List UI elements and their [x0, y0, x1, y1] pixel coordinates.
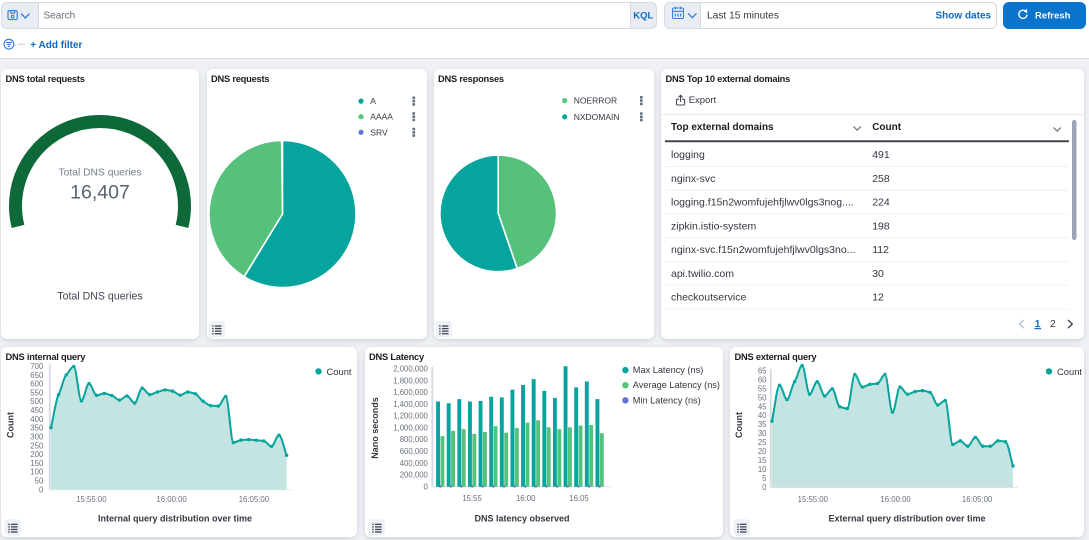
svg-text:400: 400 [30, 415, 44, 424]
svg-text:Count: Count [1057, 366, 1082, 377]
svg-text:65: 65 [758, 366, 767, 375]
svg-text:NOERROR: NOERROR [573, 96, 616, 106]
svg-text:Max Latency (ns): Max Latency (ns) [632, 365, 702, 375]
svg-text:Show dates: Show dates [936, 10, 992, 21]
svg-text:15: 15 [758, 456, 767, 465]
svg-text:api.twilio.com: api.twilio.com [671, 268, 734, 280]
svg-text:0: 0 [423, 482, 428, 491]
svg-text:1,000,000: 1,000,000 [393, 423, 428, 432]
svg-text:Count: Count [327, 366, 352, 377]
svg-text:16:00: 16:00 [515, 494, 535, 503]
svg-text:25: 25 [758, 438, 767, 447]
svg-text:350: 350 [30, 424, 44, 433]
svg-text:nginx-svc.f15n2womfujehfjlwv0l: nginx-svc.f15n2womfujehfjlwv0lgs3no... [671, 244, 855, 256]
svg-text:1,600,000: 1,600,000 [393, 388, 428, 397]
svg-text:16:05:00: 16:05:00 [239, 495, 270, 504]
svg-text:100: 100 [30, 468, 44, 477]
svg-text:258: 258 [872, 173, 890, 185]
svg-text:200,000: 200,000 [399, 471, 428, 480]
svg-text:1,200,000: 1,200,000 [393, 412, 428, 421]
svg-text:Export: Export [689, 95, 717, 106]
svg-text:1,800,000: 1,800,000 [393, 376, 428, 385]
svg-text:Count: Count [734, 412, 744, 438]
svg-text:KQL: KQL [633, 10, 653, 21]
svg-text:logging.f15n2womfujehfjlwv0lgs: logging.f15n2womfujehfjlwv0lgs3nog.... [671, 197, 854, 209]
svg-text:12: 12 [872, 292, 884, 304]
svg-text:250: 250 [30, 441, 44, 450]
svg-text:Average Latency (ns): Average Latency (ns) [632, 380, 719, 390]
svg-text:Nano seconds: Nano seconds [370, 397, 380, 459]
svg-text:Count: Count [6, 412, 16, 438]
svg-text:nginx-svc: nginx-svc [671, 173, 715, 185]
svg-text:0: 0 [39, 485, 44, 494]
svg-text:112: 112 [872, 244, 889, 256]
svg-text:Total DNS queries: Total DNS queries [59, 168, 142, 179]
svg-text:650: 650 [30, 371, 44, 380]
svg-text:30: 30 [872, 268, 884, 280]
svg-text:60: 60 [758, 375, 767, 384]
svg-text:200: 200 [30, 450, 44, 459]
svg-text:16:05:00: 16:05:00 [962, 495, 993, 504]
svg-text:SRV: SRV [370, 127, 388, 137]
svg-text:zipkin.istio-system: zipkin.istio-system [671, 220, 756, 232]
svg-text:16:00:00: 16:00:00 [880, 495, 911, 504]
svg-text:NXDOMAIN: NXDOMAIN [573, 112, 619, 122]
svg-text:500: 500 [30, 397, 44, 406]
svg-text:15:55: 15:55 [462, 494, 482, 503]
svg-text:16:05: 16:05 [569, 494, 589, 503]
svg-text:+ Add filter: + Add filter [30, 40, 82, 51]
svg-text:30: 30 [758, 429, 767, 438]
svg-text:1,400,000: 1,400,000 [393, 400, 428, 409]
svg-text:300: 300 [30, 432, 44, 441]
svg-text:checkoutservice: checkoutservice [671, 292, 746, 304]
svg-text:800,000: 800,000 [399, 435, 428, 444]
svg-text:External query distribution ov: External query distribution over time [828, 514, 985, 524]
svg-text:Min Latency (ns): Min Latency (ns) [632, 395, 700, 405]
svg-text:15:55:00: 15:55:00 [798, 495, 829, 504]
svg-text:45: 45 [758, 402, 767, 411]
svg-text:logging: logging [671, 149, 705, 161]
svg-text:A: A [370, 96, 376, 106]
svg-text:50: 50 [35, 476, 44, 485]
svg-text:Count: Count [872, 122, 902, 133]
svg-text:5: 5 [762, 474, 767, 483]
svg-text:20: 20 [758, 447, 767, 456]
svg-text:Refresh: Refresh [1035, 10, 1071, 21]
svg-text:Search: Search [44, 10, 76, 21]
svg-text:0: 0 [762, 483, 767, 492]
svg-text:600,000: 600,000 [399, 447, 428, 456]
svg-text:700: 700 [30, 362, 44, 371]
svg-text:16:00:00: 16:00:00 [156, 495, 187, 504]
svg-text:400,000: 400,000 [399, 459, 428, 468]
svg-text:15:55:00: 15:55:00 [76, 495, 107, 504]
svg-text:Total DNS queries: Total DNS queries [57, 291, 142, 303]
svg-text:10: 10 [758, 465, 767, 474]
svg-text:Last 15 minutes: Last 15 minutes [707, 10, 779, 21]
svg-text:2: 2 [1050, 318, 1056, 330]
svg-text:Internal query distribution ov: Internal query distribution over time [98, 514, 252, 524]
svg-text:40: 40 [758, 411, 767, 420]
svg-text:16,407: 16,407 [70, 182, 130, 204]
svg-text:2,000,000: 2,000,000 [393, 365, 428, 374]
svg-text:DNS latency observed: DNS latency observed [474, 514, 569, 524]
svg-text:198: 198 [872, 220, 890, 232]
svg-text:600: 600 [30, 380, 44, 389]
svg-text:224: 224 [872, 197, 890, 209]
svg-text:450: 450 [30, 406, 44, 415]
svg-text:150: 150 [30, 459, 44, 468]
svg-text:Top external domains: Top external domains [671, 122, 774, 133]
svg-text:35: 35 [758, 420, 767, 429]
svg-text:55: 55 [758, 384, 767, 393]
svg-text:491: 491 [872, 149, 890, 161]
svg-text:550: 550 [30, 388, 44, 397]
svg-text:50: 50 [758, 393, 767, 402]
svg-text:AAAA: AAAA [370, 112, 393, 122]
